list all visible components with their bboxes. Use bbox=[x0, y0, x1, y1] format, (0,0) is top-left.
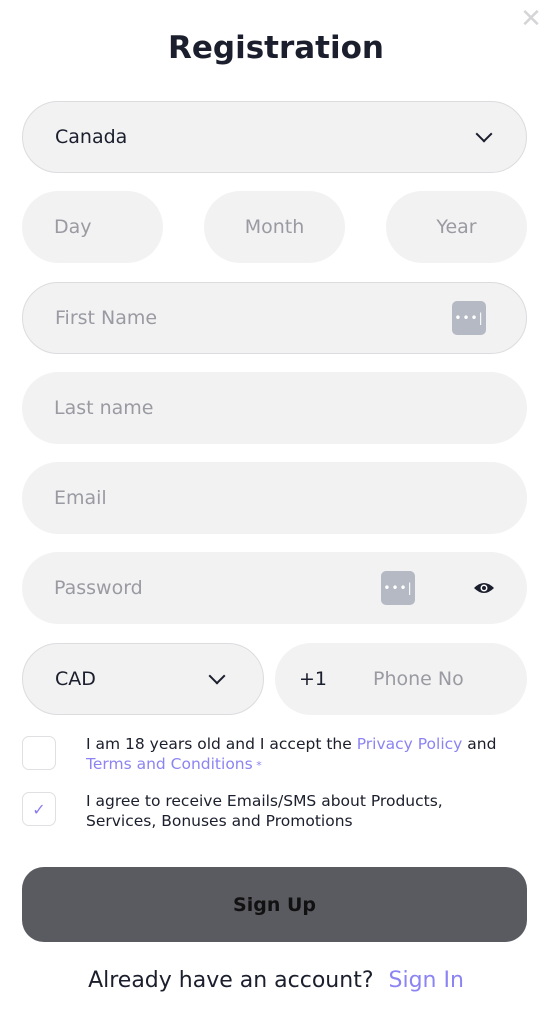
day-input[interactable]: Day bbox=[22, 191, 163, 263]
privacy-policy-link[interactable]: Privacy Policy bbox=[357, 735, 463, 753]
close-icon[interactable]: ✕ bbox=[518, 6, 544, 32]
chevron-down-icon bbox=[475, 125, 493, 143]
required-mark: * bbox=[252, 759, 262, 772]
month-input[interactable]: Month bbox=[204, 191, 345, 263]
marketing-label: I agree to receive Emails/SMS about Prod… bbox=[86, 792, 443, 830]
email-input[interactable]: Email bbox=[22, 462, 527, 534]
check-icon: ✓ bbox=[32, 799, 46, 819]
sign-up-button[interactable]: Sign Up bbox=[22, 867, 527, 942]
sign-in-link[interactable]: Sign In bbox=[389, 968, 464, 993]
day-placeholder: Day bbox=[54, 216, 92, 238]
eye-icon[interactable] bbox=[473, 581, 495, 595]
password-placeholder: Password bbox=[54, 577, 143, 599]
currency-select[interactable]: CAD bbox=[22, 643, 264, 715]
password-input[interactable]: Password •••| bbox=[22, 552, 527, 624]
phone-input[interactable]: +1 Phone No bbox=[275, 643, 527, 715]
phone-prefix: +1 bbox=[299, 668, 328, 690]
terms-and: and bbox=[462, 735, 497, 753]
email-placeholder: Email bbox=[54, 487, 107, 509]
page-title: Registration bbox=[167, 30, 384, 66]
country-value: Canada bbox=[55, 126, 128, 148]
first-name-input[interactable]: First Name •••| bbox=[22, 282, 527, 354]
marketing-checkbox[interactable]: ✓ bbox=[22, 792, 56, 826]
signin-question: Already have an account? bbox=[88, 968, 374, 993]
country-select[interactable]: Canada bbox=[22, 101, 527, 173]
password-manager-icon[interactable]: •••| bbox=[381, 571, 415, 605]
terms-link[interactable]: Terms and Conditions bbox=[86, 755, 253, 773]
terms-label: I am 18 years old and I accept the Priva… bbox=[86, 734, 536, 776]
last-name-input[interactable]: Last name bbox=[22, 372, 527, 444]
month-placeholder: Month bbox=[244, 216, 305, 238]
year-placeholder: Year bbox=[436, 216, 477, 238]
chevron-down-icon bbox=[208, 667, 226, 685]
year-input[interactable]: Year bbox=[386, 191, 527, 263]
terms-text: I am 18 years old and I accept the bbox=[86, 735, 357, 753]
last-name-placeholder: Last name bbox=[54, 397, 154, 419]
phone-placeholder: Phone No bbox=[373, 668, 464, 690]
password-manager-icon[interactable]: •••| bbox=[452, 301, 486, 335]
terms-checkbox[interactable] bbox=[22, 736, 56, 770]
currency-value: CAD bbox=[55, 668, 96, 690]
first-name-placeholder: First Name bbox=[55, 307, 158, 329]
signin-prompt: Already have an account? Sign In bbox=[0, 968, 552, 993]
